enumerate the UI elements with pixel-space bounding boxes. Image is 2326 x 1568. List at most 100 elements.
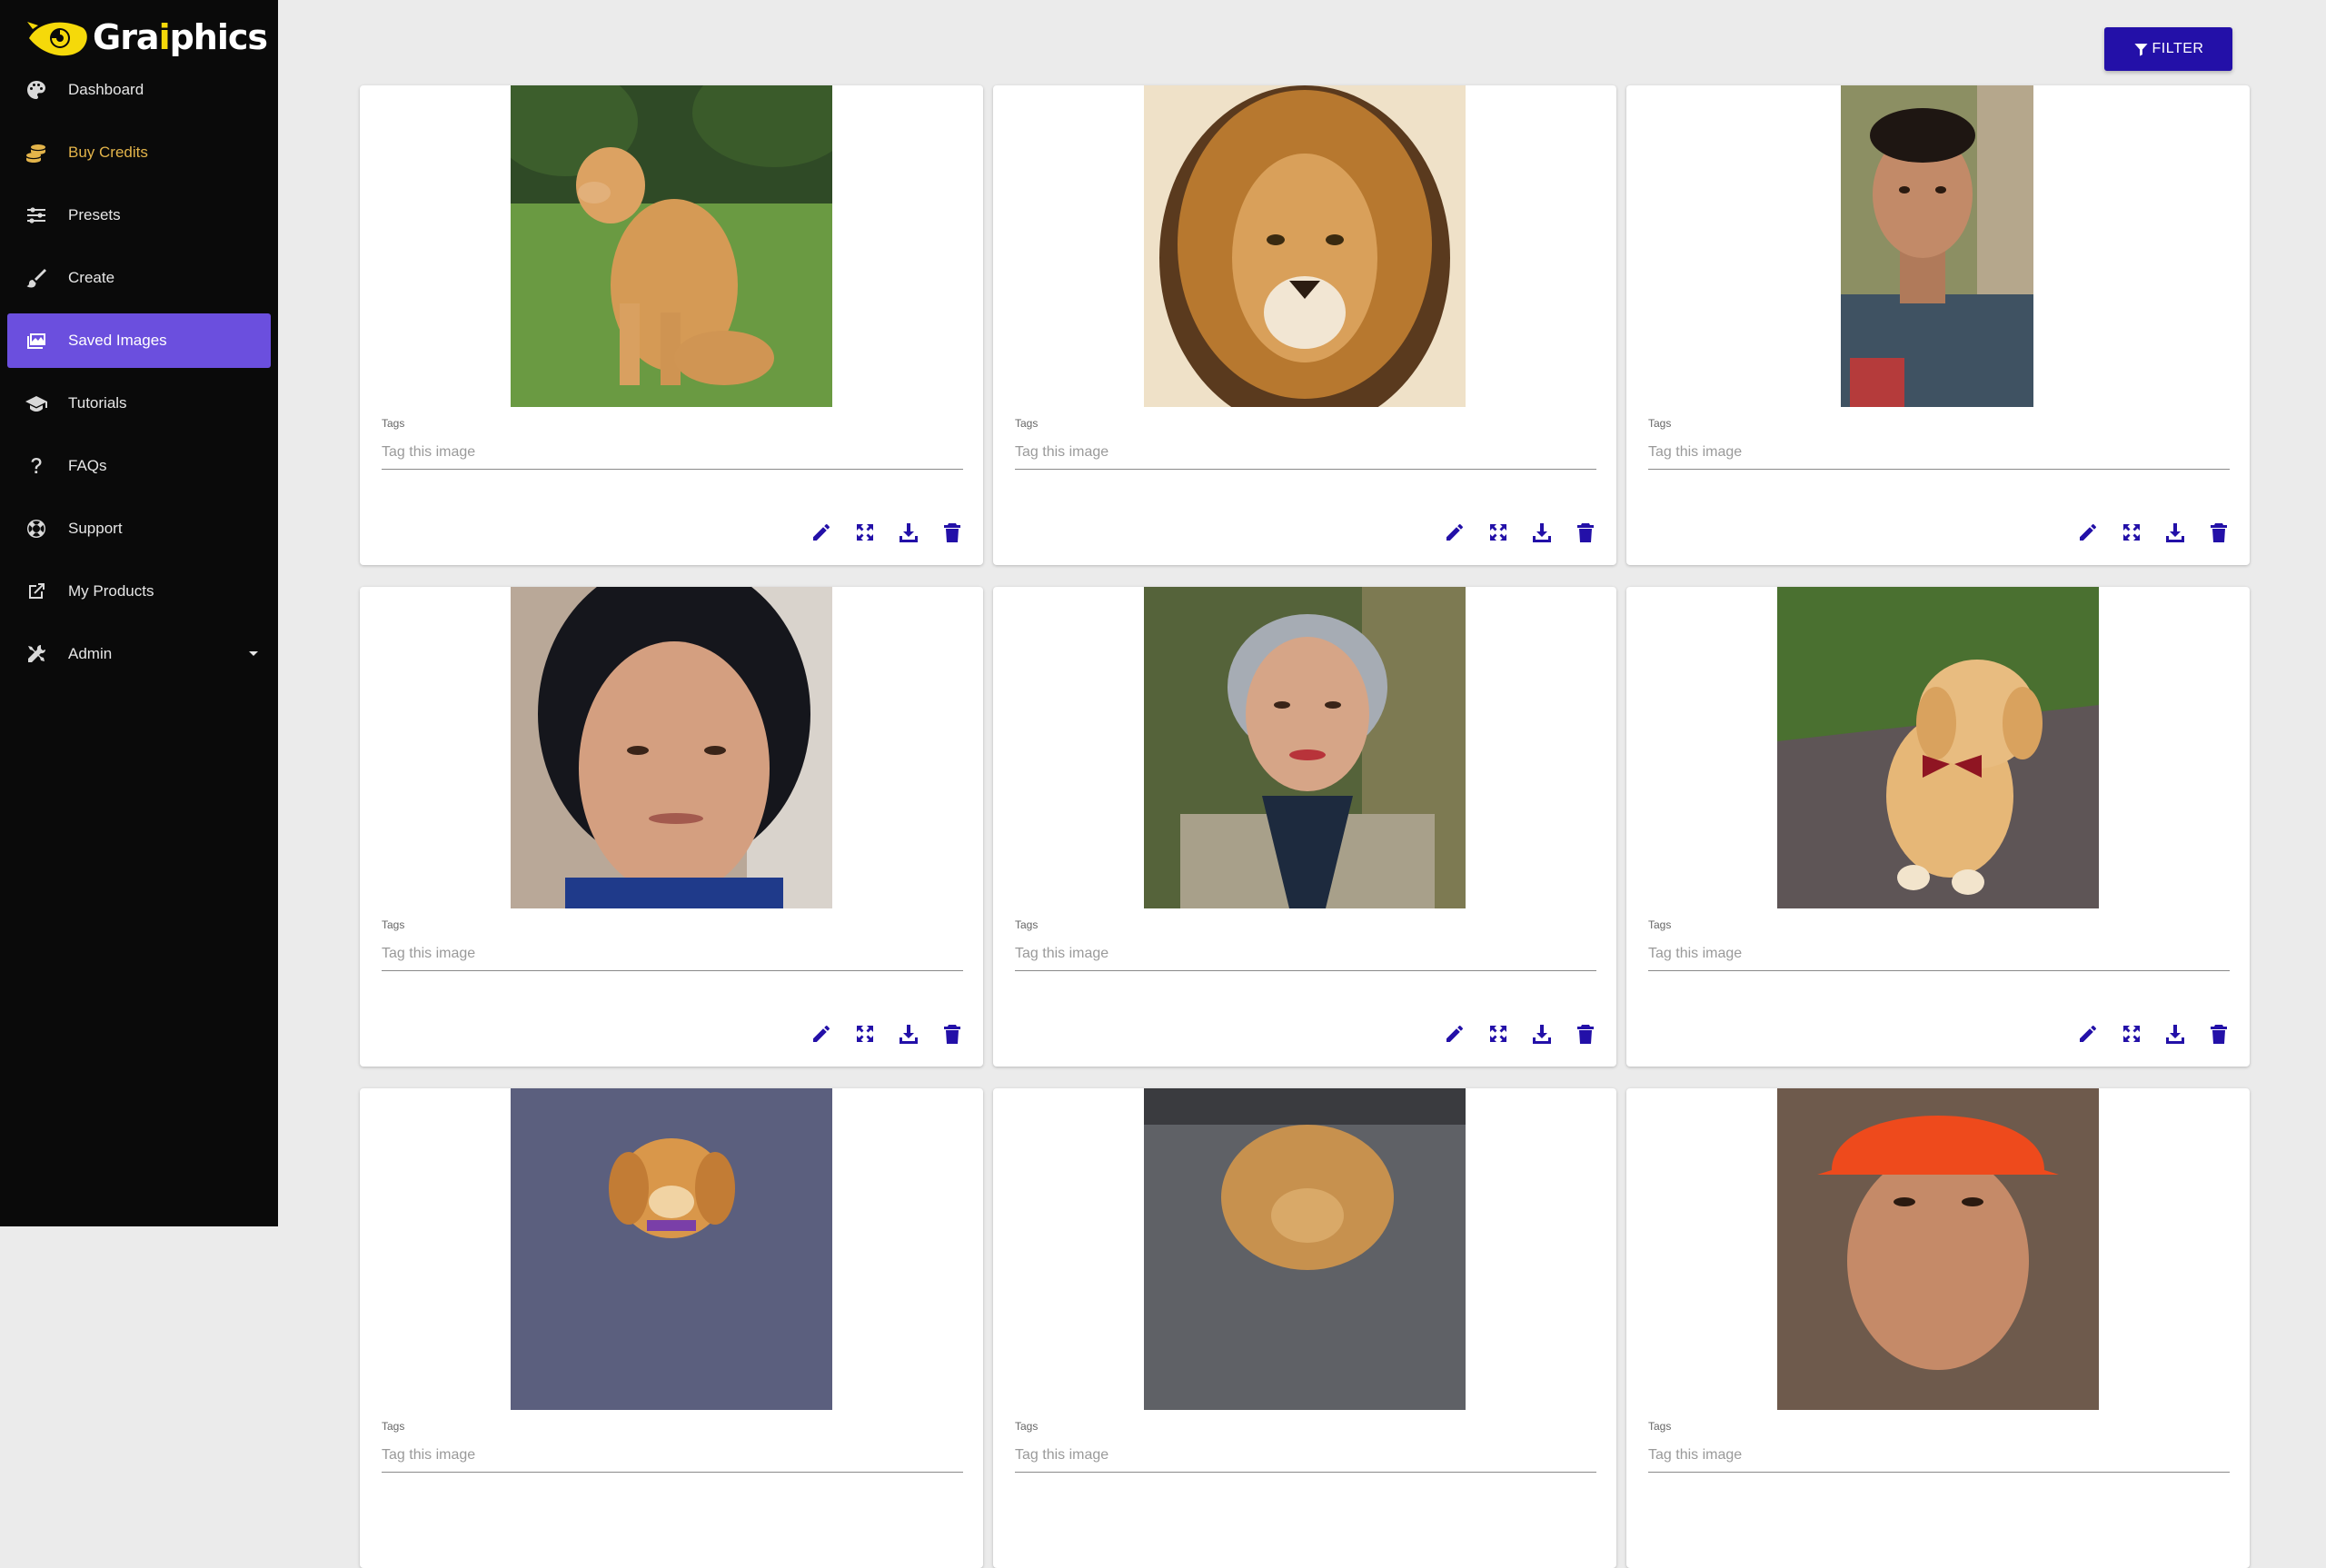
download-icon[interactable] — [898, 1023, 919, 1045]
image-card: Tags — [360, 1088, 983, 1568]
external-link-icon — [23, 581, 50, 602]
download-icon[interactable] — [2164, 1023, 2186, 1045]
sidebar-item-faqs[interactable]: FAQs — [7, 439, 271, 493]
tag-input[interactable] — [1648, 436, 2230, 470]
trash-icon[interactable] — [1575, 521, 1596, 543]
tags-label: Tags — [1015, 1420, 1039, 1433]
saved-image-thumbnail[interactable] — [1144, 587, 1466, 908]
eye-logo-icon — [27, 22, 87, 56]
sidebar-item-label: FAQs — [68, 457, 107, 474]
sidebar-nav: Dashboard Buy Credits Presets Create Sav… — [0, 63, 278, 690]
expand-icon[interactable] — [2121, 521, 2142, 543]
tags-label: Tags — [1015, 918, 1039, 931]
tags-label: Tags — [1648, 918, 1672, 931]
edit-icon[interactable] — [810, 521, 832, 543]
card-actions — [810, 521, 963, 543]
tags-label: Tags — [1648, 417, 1672, 430]
sidebar-item-support[interactable]: Support — [7, 501, 271, 556]
card-actions — [2077, 1023, 2230, 1045]
tag-input[interactable] — [1648, 1439, 2230, 1473]
saved-image-thumbnail[interactable] — [1777, 587, 2099, 908]
lifebuoy-icon — [23, 518, 50, 540]
sidebar-item-saved-images[interactable]: Saved Images — [7, 313, 271, 368]
filter-button-label: FILTER — [2152, 41, 2204, 56]
expand-icon[interactable] — [854, 521, 876, 543]
graduation-cap-icon — [23, 392, 50, 414]
trash-icon[interactable] — [1575, 1023, 1596, 1045]
question-icon — [23, 455, 50, 477]
tag-input[interactable] — [1015, 938, 1596, 971]
tags-label: Tags — [382, 918, 405, 931]
image-card: Tags — [1626, 587, 2250, 1067]
tag-input[interactable] — [1015, 1439, 1596, 1473]
expand-icon[interactable] — [1487, 1023, 1509, 1045]
download-icon[interactable] — [2164, 521, 2186, 543]
filter-icon — [2133, 43, 2148, 56]
download-icon[interactable] — [1531, 521, 1553, 543]
sidebar-item-label: Admin — [68, 645, 113, 662]
download-icon[interactable] — [898, 521, 919, 543]
images-icon — [23, 330, 50, 352]
download-icon[interactable] — [1531, 1023, 1553, 1045]
image-card: Tags — [360, 587, 983, 1067]
coins-icon — [23, 142, 50, 164]
sidebar-item-label: Presets — [68, 206, 121, 223]
filter-button[interactable]: FILTER — [2104, 27, 2232, 71]
trash-icon[interactable] — [941, 1023, 963, 1045]
edit-icon[interactable] — [2077, 521, 2099, 543]
chevron-down-icon[interactable] — [249, 651, 258, 656]
saved-image-thumbnail[interactable] — [1144, 85, 1466, 407]
palette-icon — [23, 79, 50, 101]
tags-label: Tags — [1015, 417, 1039, 430]
app-logo[interactable]: Graiphics — [25, 15, 268, 60]
sidebar-item-dashboard[interactable]: Dashboard — [7, 63, 271, 117]
sidebar-item-label: My Products — [68, 582, 154, 600]
expand-icon[interactable] — [2121, 1023, 2142, 1045]
saved-image-thumbnail[interactable] — [1841, 85, 2033, 407]
sidebar-item-my-products[interactable]: My Products — [7, 564, 271, 619]
sidebar-item-admin[interactable]: Admin — [7, 627, 271, 681]
saved-image-thumbnail[interactable] — [511, 1088, 832, 1410]
edit-icon[interactable] — [1444, 1023, 1466, 1045]
tag-input[interactable] — [1648, 938, 2230, 971]
tag-input[interactable] — [382, 938, 963, 971]
tag-input[interactable] — [382, 436, 963, 470]
image-card: Tags — [1626, 85, 2250, 565]
saved-image-thumbnail[interactable] — [511, 587, 832, 908]
edit-icon[interactable] — [810, 1023, 832, 1045]
sidebar-item-presets[interactable]: Presets — [7, 188, 271, 243]
edit-icon[interactable] — [2077, 1023, 2099, 1045]
tag-input[interactable] — [1015, 436, 1596, 470]
tag-input[interactable] — [382, 1439, 963, 1473]
sidebar-item-label: Dashboard — [68, 81, 144, 98]
brush-icon — [23, 267, 50, 289]
tags-label: Tags — [1648, 1420, 1672, 1433]
image-card: Tags — [1626, 1088, 2250, 1568]
sidebar-item-tutorials[interactable]: Tutorials — [7, 376, 271, 431]
sidebar-item-create[interactable]: Create — [7, 251, 271, 305]
sliders-icon — [23, 204, 50, 226]
sidebar-item-label: Saved Images — [68, 332, 167, 349]
card-actions — [2077, 521, 2230, 543]
sidebar-item-label: Support — [68, 520, 123, 537]
edit-icon[interactable] — [1444, 521, 1466, 543]
sidebar-item-label: Create — [68, 269, 115, 286]
expand-icon[interactable] — [1487, 521, 1509, 543]
trash-icon[interactable] — [2208, 1023, 2230, 1045]
image-card: Tags — [993, 1088, 1616, 1568]
saved-image-thumbnail[interactable] — [511, 85, 832, 407]
sidebar-item-buy-credits[interactable]: Buy Credits — [7, 125, 271, 180]
trash-icon[interactable] — [941, 521, 963, 543]
saved-image-thumbnail[interactable] — [1777, 1088, 2099, 1410]
trash-icon[interactable] — [2208, 521, 2230, 543]
saved-image-thumbnail[interactable] — [1144, 1088, 1466, 1410]
card-actions — [1444, 1023, 1596, 1045]
sidebar: Graiphics Dashboard Buy Credits Presets … — [0, 0, 278, 1226]
tags-label: Tags — [382, 1420, 405, 1433]
tags-label: Tags — [382, 417, 405, 430]
expand-icon[interactable] — [854, 1023, 876, 1045]
card-actions — [1444, 521, 1596, 543]
brand-name: Graiphics — [93, 17, 268, 57]
image-card: Tags — [993, 85, 1616, 565]
sidebar-item-label: Buy Credits — [68, 144, 148, 161]
